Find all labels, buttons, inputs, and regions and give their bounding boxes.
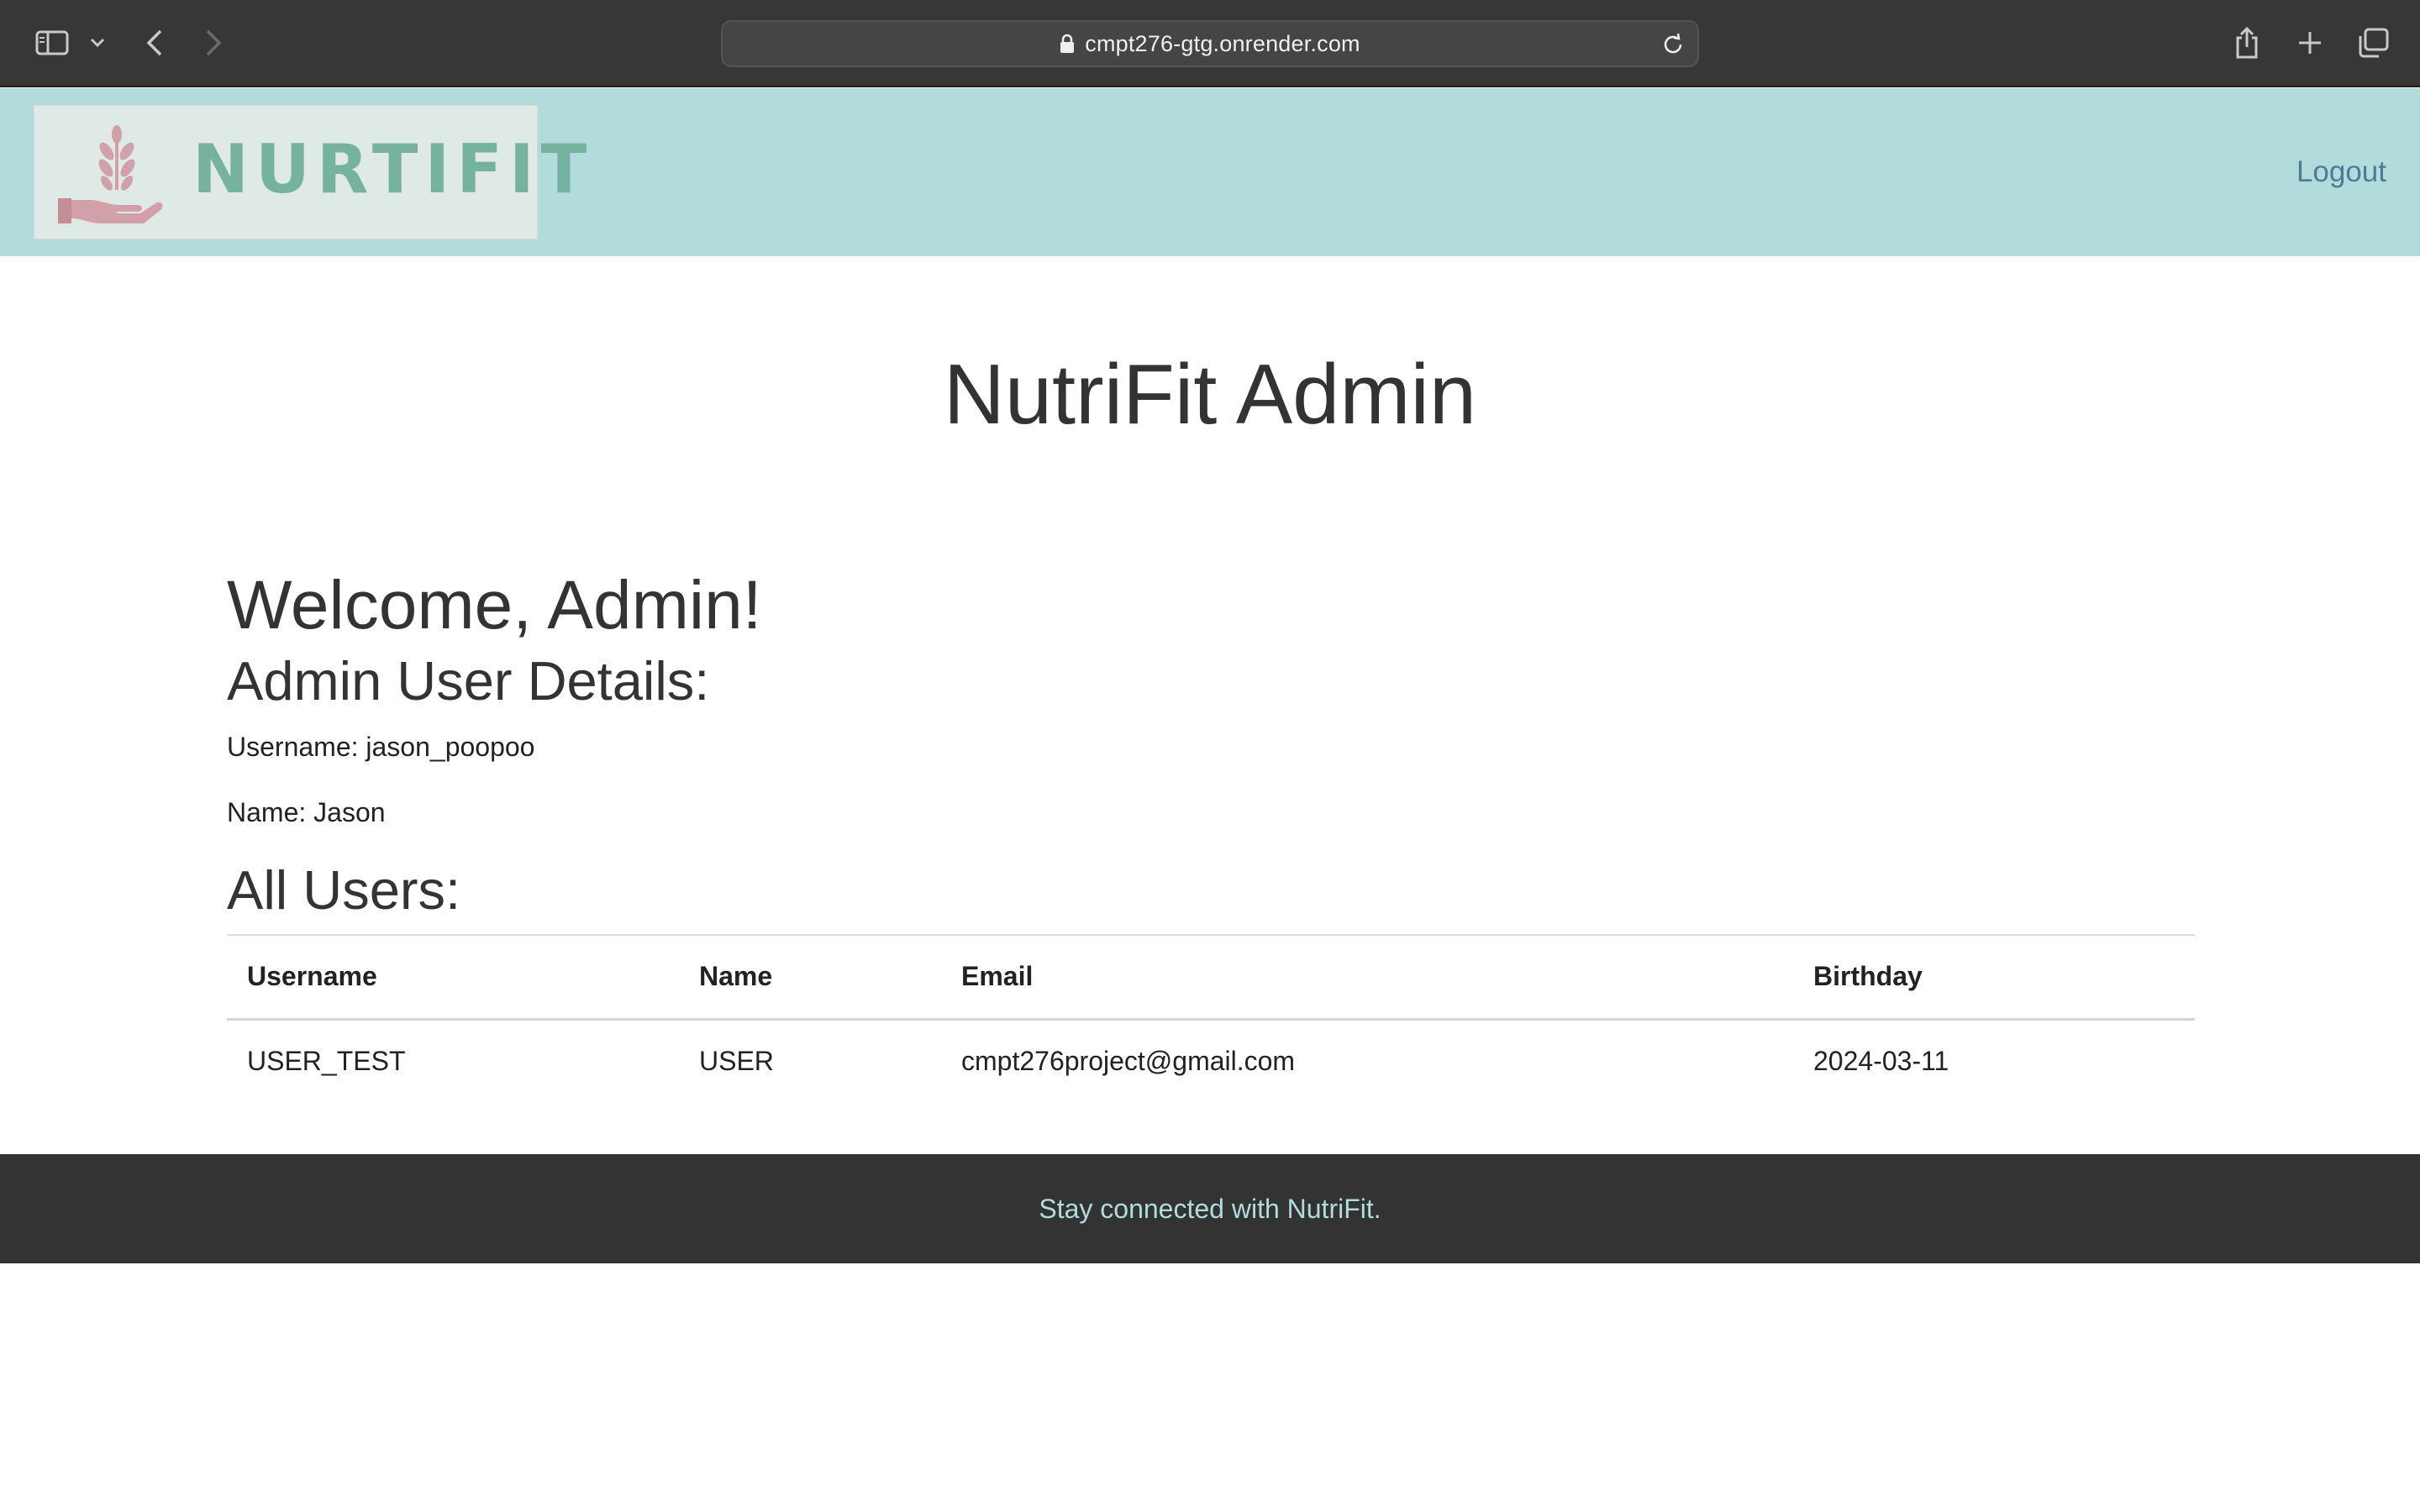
logo[interactable]: NURTIFIT [34,105,587,239]
main-content: Welcome, Admin! Admin User Details: User… [227,571,2195,1103]
cell-username: USER_TEST [247,1046,406,1077]
cell-email: cmpt276project@gmail.com [961,1046,1296,1077]
table-header-row: Username Name Email Birthday [227,934,2195,1021]
lock-icon [1060,34,1075,54]
sidebar-icon[interactable] [34,22,71,64]
share-icon[interactable] [2232,22,2262,64]
column-header-birthday: Birthday [1793,934,2195,1021]
address-bar[interactable]: cmpt276-gtg.onrender.com [721,20,1699,67]
url-text: cmpt276-gtg.onrender.com [1085,30,1360,56]
footer-text: Stay connected with NutriFit. [1039,1193,1381,1224]
table-row: USER_TEST USER cmpt276project@gmail.com … [227,1019,2195,1103]
column-header-name: Name [679,934,941,1021]
site-header: NURTIFIT Logout [0,88,2420,256]
logout-link[interactable]: Logout [2296,155,2386,189]
cell-name: USER [699,1046,774,1077]
tabs-overview-icon[interactable] [2356,22,2390,64]
wheat-hand-icon [58,125,163,223]
site-footer: Stay connected with NutriFit. [0,1154,2420,1263]
plus-icon[interactable] [2296,22,2324,64]
back-arrow-icon[interactable] [141,22,168,64]
logo-text: NURTIFIT [192,130,594,208]
admin-details-heading: Admin User Details: [227,650,710,711]
reload-icon[interactable] [1660,32,1686,57]
forward-arrow-icon[interactable] [200,22,227,64]
welcome-heading: Welcome, Admin! [227,567,762,643]
all-users-heading: All Users: [227,859,461,921]
page-title: NutriFit Admin [943,348,1477,442]
admin-username: Username: jason_poopoo [227,732,535,762]
chevron-down-icon[interactable] [87,22,108,64]
admin-name: Name: Jason [227,797,386,827]
users-table: Username Name Email Birthday USER_TEST U… [227,934,2195,1103]
column-header-email: Email [941,934,1793,1021]
cell-birthday: 2024-03-11 [1813,1046,1949,1077]
browser-toolbar: cmpt276-gtg.onrender.com [0,0,2420,87]
column-header-username: Username [227,934,679,1021]
